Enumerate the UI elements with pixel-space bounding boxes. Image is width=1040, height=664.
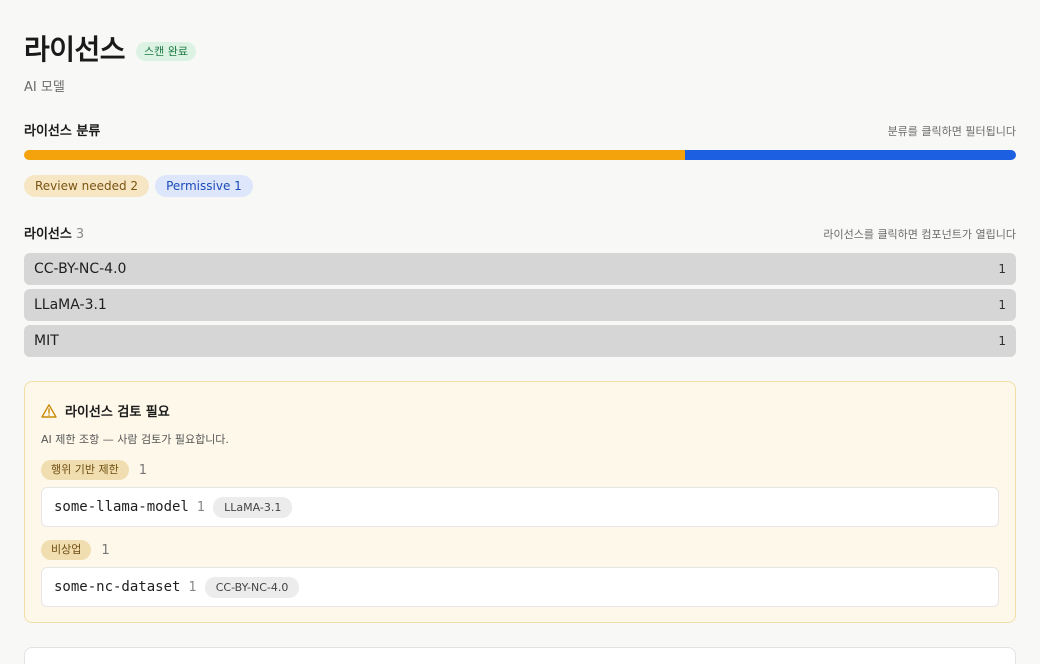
- warning-triangle-icon: [41, 403, 57, 418]
- license-name: CC-BY-NC-4.0: [34, 261, 127, 277]
- component-license-badge: LLaMA-3.1: [213, 496, 293, 518]
- review-group-noncommercial: 비상업 1 some-nc-dataset 1 CC-BY-NC-4.0: [41, 539, 999, 607]
- group-tag[interactable]: 비상업: [41, 540, 92, 560]
- license-row-cc-by-nc[interactable]: CC-BY-NC-4.0 1: [24, 253, 1016, 285]
- distribution-hint: 분류를 클릭하면 필터됩니다: [887, 125, 1016, 138]
- page-subtitle: AI 모델: [24, 80, 65, 95]
- filter-chip-review-needed[interactable]: Review needed 2: [24, 175, 150, 197]
- group-header: 행위 기반 제한 1: [41, 459, 999, 481]
- license-list: CC-BY-NC-4.0 1 LLaMA-3.1 1 MIT 1: [24, 253, 1016, 361]
- license-row-llama[interactable]: LLaMA-3.1 1: [24, 289, 1016, 321]
- group-header: 비상업 1: [41, 539, 999, 561]
- component-count: 1: [196, 499, 206, 515]
- scan-status-badge: 스캔 완료: [136, 41, 197, 61]
- component-row[interactable]: some-nc-dataset 1 CC-BY-NC-4.0: [41, 567, 999, 607]
- page-title: 라이선스: [24, 33, 126, 66]
- distribution-segment-review-needed[interactable]: [24, 150, 686, 160]
- license-name: LLaMA-3.1: [34, 297, 107, 313]
- next-section-card: [24, 647, 1016, 664]
- review-group-behavioral: 행위 기반 제한 1 some-llama-model 1 LLaMA-3.1: [41, 459, 999, 527]
- license-name: MIT: [34, 333, 59, 349]
- licenses-section-header: 라이선스 3 라이선스를 클릭하면 컴포넌트가 열립니다: [24, 223, 1016, 242]
- component-count: 1: [188, 579, 197, 595]
- distribution-section-header: 라이선스 분류 분류를 클릭하면 필터됩니다: [24, 120, 1016, 139]
- licenses-hint: 라이선스를 클릭하면 컴포넌트가 열립니다: [823, 228, 1016, 241]
- component-license-badge: CC-BY-NC-4.0: [204, 576, 300, 598]
- review-title: 라이선스 검토 필요: [65, 405, 170, 420]
- distribution-filter-chips: Review needed 2 Permissive 1: [24, 175, 253, 197]
- licenses-title: 라이선스 3: [24, 223, 84, 242]
- page-header: 라이선스 스캔 완료: [24, 33, 197, 66]
- license-count: 1: [998, 298, 1006, 312]
- distribution-title: 라이선스 분류: [24, 124, 101, 139]
- distribution-segment-permissive[interactable]: [685, 150, 1016, 160]
- license-count: 1: [998, 334, 1006, 348]
- group-tag[interactable]: 행위 기반 제한: [41, 460, 129, 480]
- license-count: 1: [998, 262, 1006, 276]
- filter-chip-permissive[interactable]: Permissive 1: [155, 175, 253, 197]
- review-header: 라이선스 검토 필요: [41, 401, 170, 420]
- license-row-mit[interactable]: MIT 1: [24, 325, 1016, 357]
- group-count: 1: [138, 462, 147, 478]
- review-description: AI 제한 조항 — 사람 검토가 필요합니다.: [41, 433, 229, 446]
- group-count: 1: [101, 542, 110, 558]
- licenses-title-label: 라이선스: [24, 227, 72, 242]
- component-name: some-llama-model: [54, 499, 189, 515]
- component-name: some-nc-dataset: [54, 579, 181, 595]
- licenses-count: 3: [75, 227, 85, 242]
- component-row[interactable]: some-llama-model 1 LLaMA-3.1: [41, 487, 999, 527]
- license-distribution-bar[interactable]: [24, 150, 1016, 160]
- license-review-panel: 라이선스 검토 필요 AI 제한 조항 — 사람 검토가 필요합니다. 행위 기…: [24, 381, 1016, 623]
